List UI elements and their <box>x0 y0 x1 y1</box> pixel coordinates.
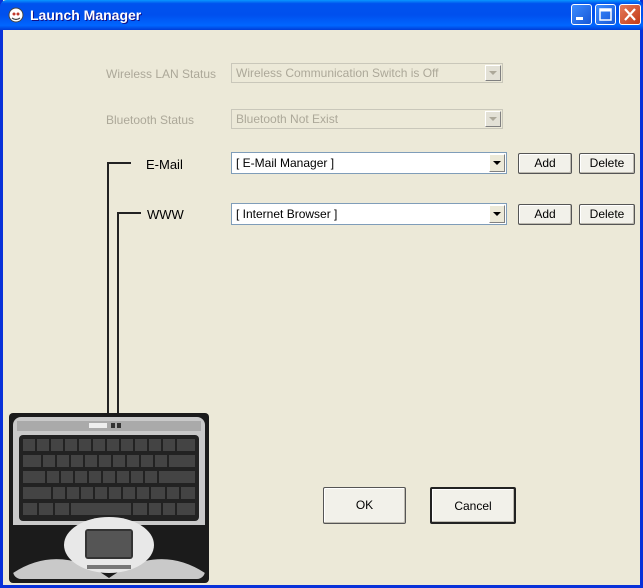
bluetooth-dropdown-arrow <box>485 111 501 127</box>
cancel-button[interactable]: Cancel <box>430 487 516 524</box>
bluetooth-status-label: Bluetooth Status <box>106 113 195 127</box>
www-delete-button[interactable]: Delete <box>579 204 635 225</box>
www-connector-line-v <box>117 212 119 425</box>
www-connector-line-h <box>117 212 141 214</box>
email-delete-button[interactable]: Delete <box>579 153 635 174</box>
laptop-keyboard-image <box>9 413 209 583</box>
chevron-down-icon <box>493 212 501 216</box>
chevron-down-icon <box>489 71 497 75</box>
bluetooth-status-value: Bluetooth Not Exist <box>236 112 339 126</box>
wireless-dropdown-arrow <box>485 65 501 81</box>
email-connector-line-h <box>107 162 131 164</box>
www-add-label: Add <box>534 207 556 221</box>
wireless-lan-status-value: Wireless Communication Switch is Off <box>236 66 439 80</box>
email-label: E-Mail <box>146 157 183 172</box>
email-add-button[interactable]: Add <box>518 153 572 174</box>
email-app-value: [ E-Mail Manager ] <box>236 156 335 170</box>
title-bar[interactable]: Launch Manager <box>0 0 643 30</box>
window-title: Launch Manager <box>30 7 142 23</box>
chevron-down-icon <box>489 117 497 121</box>
close-icon <box>624 8 636 21</box>
wireless-lan-status-combo: Wireless Communication Switch is Off <box>231 63 503 83</box>
minimize-icon <box>576 17 583 20</box>
maximize-button[interactable] <box>595 4 616 25</box>
email-connector-line-v <box>107 162 109 425</box>
www-app-select[interactable]: [ Internet Browser ] <box>231 203 507 225</box>
cancel-label: Cancel <box>454 499 492 513</box>
maximize-icon <box>599 8 612 21</box>
www-label: WWW <box>147 207 184 222</box>
chevron-down-icon <box>493 161 501 165</box>
minimize-button[interactable] <box>571 4 592 25</box>
email-add-label: Add <box>534 156 556 170</box>
launch-manager-app-icon <box>8 7 24 23</box>
email-app-select[interactable]: [ E-Mail Manager ] <box>231 152 507 174</box>
wireless-lan-status-label: Wireless LAN Status <box>106 67 217 81</box>
email-delete-label: Delete <box>589 156 625 170</box>
email-dropdown-arrow[interactable] <box>489 154 505 172</box>
www-delete-label: Delete <box>589 207 625 221</box>
www-app-value: [ Internet Browser ] <box>236 207 338 221</box>
close-button[interactable] <box>619 4 641 25</box>
www-add-button[interactable]: Add <box>518 204 572 225</box>
ok-label: OK <box>355 498 374 512</box>
launch-manager-window: Launch Manager Wireless LAN Status Wirel… <box>0 0 643 588</box>
www-dropdown-arrow[interactable] <box>489 205 505 223</box>
bluetooth-status-combo: Bluetooth Not Exist <box>231 109 503 129</box>
ok-button[interactable]: OK <box>323 487 406 524</box>
